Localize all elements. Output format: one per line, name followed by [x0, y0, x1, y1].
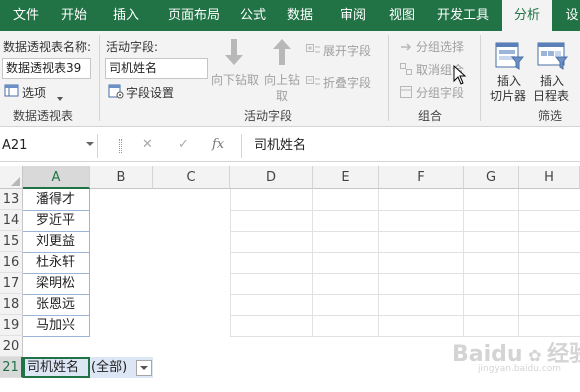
options-dropdown-icon[interactable]: [57, 90, 63, 101]
ribbon-tab-bar: 文件 开始 插入 页面布局 公式 数据 审阅 视图 开发工具 分析 设: [0, 0, 580, 32]
group-separator: [480, 35, 481, 121]
ribbon-panel: 数据透视表名称: 数据透视表39 选项 数据透视表 活动字段: 司机姓名 字段设…: [0, 31, 580, 127]
watermark-url: jingyan.baidu.com: [478, 364, 562, 374]
pivot-name-input[interactable]: 数据透视表39: [2, 58, 91, 79]
active-field-label: 活动字段:: [106, 40, 159, 54]
row-header-13[interactable]: 13: [0, 189, 23, 210]
insert-timeline-icon[interactable]: [536, 39, 569, 71]
row-header-16[interactable]: 16: [0, 252, 23, 273]
pivot-filter-field-label: 司机姓名: [27, 360, 80, 375]
collapse-field-label: 折叠字段: [323, 76, 372, 90]
row-header-18[interactable]: 18: [0, 294, 23, 315]
column-header-c[interactable]: C: [153, 166, 230, 189]
formula-input[interactable]: 司机姓名: [241, 134, 580, 158]
row-header-20[interactable]: 20: [0, 336, 23, 357]
pivot-filter-dropdown-button[interactable]: [136, 360, 152, 376]
formula-bar: A21 ✕ ✓ fx 司机姓名: [0, 131, 580, 162]
group-field-label: 分组字段: [416, 86, 465, 100]
insert-slicer-icon[interactable]: [494, 39, 525, 71]
cell-a16[interactable]: 杜永轩: [36, 252, 75, 273]
name-box[interactable]: A21: [0, 134, 98, 158]
group-group-name: 组合: [418, 109, 443, 123]
drill-down-label: 向下钻取: [211, 73, 260, 87]
tab-formulas[interactable]: 公式: [234, 0, 272, 31]
mouse-cursor-icon: [453, 64, 467, 85]
gridline: [230, 294, 580, 295]
formula-bar-handle-icon: [119, 139, 122, 153]
drill-up-label: 向上钻: [264, 73, 301, 87]
select-all-corner[interactable]: [0, 166, 23, 189]
cell-a17[interactable]: 梁明松: [36, 273, 75, 294]
active-field-input[interactable]: 司机姓名: [105, 58, 208, 79]
row-header-14[interactable]: 14: [0, 210, 23, 231]
options-button[interactable]: 选项: [22, 84, 46, 101]
tab-page-layout[interactable]: 页面布局: [160, 0, 228, 31]
insert-function-icon[interactable]: fx: [212, 137, 224, 152]
insert-timeline-label-line2[interactable]: 日程表: [533, 87, 569, 104]
column-header-a[interactable]: A: [23, 166, 90, 189]
cell-a18[interactable]: 张恩远: [36, 294, 75, 315]
cell-a13[interactable]: 潘得才: [36, 189, 75, 210]
pivot-name-label: 数据透视表名称:: [3, 40, 92, 54]
group-separator: [388, 35, 389, 121]
cancel-icon[interactable]: ✕: [142, 137, 153, 152]
drill-down-icon[interactable]: [222, 37, 246, 67]
tab-design[interactable]: 设: [560, 0, 580, 31]
gridline: [230, 231, 580, 232]
group-field-icon[interactable]: [400, 86, 413, 99]
expand-field-label: 展开字段: [323, 44, 372, 58]
worksheet-grid: A B C D E F G H 13 14 15 16 17 18 19 20 …: [0, 166, 580, 392]
gridline: [230, 252, 580, 253]
cell-a19[interactable]: 马加兴: [36, 315, 75, 336]
tab-view[interactable]: 视图: [382, 0, 422, 31]
pivot-filter-value: (全部): [91, 360, 128, 375]
column-header-g[interactable]: G: [464, 166, 519, 189]
column-header-e[interactable]: E: [313, 166, 379, 189]
tab-developer[interactable]: 开发工具: [433, 0, 493, 31]
drill-up-label-line2: 取: [276, 89, 289, 103]
column-header-h[interactable]: H: [519, 166, 580, 189]
gridline: [230, 315, 580, 316]
ungroup-icon[interactable]: [400, 63, 413, 76]
group-selection-label: 分组选择: [416, 40, 465, 54]
group-separator: [99, 35, 100, 121]
insert-slicer-label-line2[interactable]: 切片器: [490, 87, 526, 104]
cell-a14[interactable]: 罗近平: [36, 210, 75, 231]
filter-group-name: 筛选: [538, 109, 563, 123]
group-selection-icon[interactable]: [400, 41, 412, 53]
cell-a15[interactable]: 刘更益: [36, 231, 75, 252]
drill-up-icon[interactable]: [270, 37, 294, 67]
pivot-group-name: 数据透视表: [13, 109, 74, 123]
tab-data[interactable]: 数据: [280, 0, 320, 31]
tab-home[interactable]: 开始: [56, 0, 92, 31]
tab-analyze[interactable]: 分析: [502, 0, 552, 32]
collapse-field-icon[interactable]: [306, 76, 320, 88]
tab-file[interactable]: 文件: [8, 0, 44, 31]
watermark-paw-icon: ✿: [522, 346, 548, 365]
field-settings-button[interactable]: 字段设置: [126, 84, 174, 101]
expand-field-icon[interactable]: [306, 44, 320, 56]
column-header-b[interactable]: B: [90, 166, 153, 189]
active-field-group-name: 活动字段: [244, 109, 293, 123]
column-header-d[interactable]: D: [230, 166, 313, 189]
column-header-f[interactable]: F: [379, 166, 464, 189]
enter-icon[interactable]: ✓: [178, 137, 189, 152]
row-header-21[interactable]: 21: [0, 357, 23, 378]
name-box-dropdown-icon[interactable]: [86, 142, 94, 146]
row-header-15[interactable]: 15: [0, 231, 23, 252]
field-settings-icon: [108, 84, 124, 99]
formula-buttons: ✕ ✓ fx: [98, 134, 238, 158]
gridline: [23, 336, 90, 337]
options-icon: [4, 84, 20, 98]
row-header-19[interactable]: 19: [0, 315, 23, 336]
gridline: [230, 273, 580, 274]
tab-insert[interactable]: 插入: [106, 0, 146, 31]
tab-review[interactable]: 审阅: [333, 0, 373, 31]
gridline: [230, 210, 580, 211]
row-header-17[interactable]: 17: [0, 273, 23, 294]
